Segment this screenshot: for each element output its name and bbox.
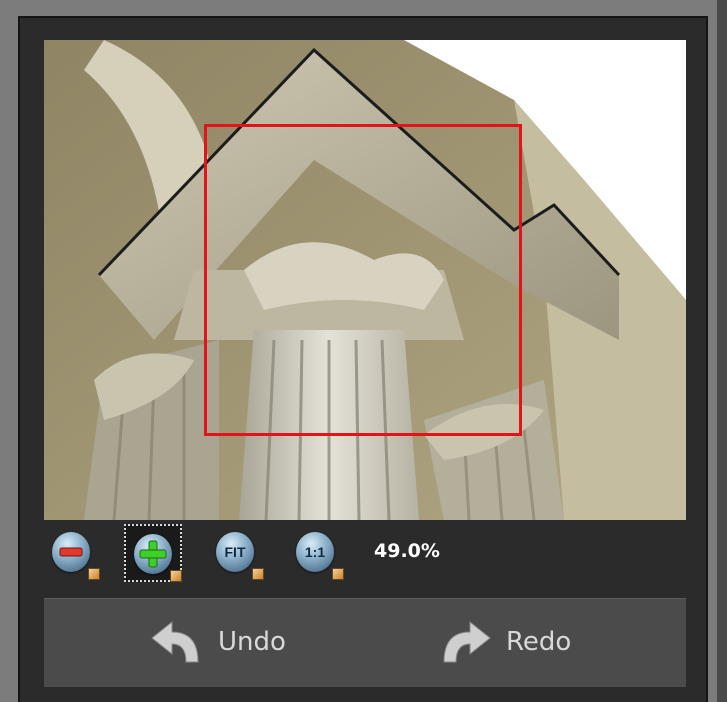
minus-glyph-icon: [59, 547, 83, 557]
fit-glyph: FIT: [224, 544, 246, 560]
plus-glyph-icon: [139, 540, 167, 568]
zoom-actual-size-button[interactable]: 1:1: [288, 524, 346, 582]
undo-arrow-icon: [151, 620, 199, 663]
dropdown-badge-icon: [170, 570, 182, 582]
zoom-toolbar: FIT 1:1 49.0%: [44, 524, 686, 584]
redo-arrow-icon: [443, 620, 491, 663]
redo-label: Redo: [506, 627, 572, 657]
undo-button[interactable]: Undo: [148, 609, 286, 675]
redo-button[interactable]: Redo: [436, 609, 571, 675]
history-bar: Undo Redo: [44, 598, 686, 687]
window-edge: [717, 0, 727, 702]
dropdown-badge-icon: [252, 568, 264, 580]
actual-size-glyph: 1:1: [304, 544, 326, 560]
zoom-level-readout: 49.0%: [374, 540, 440, 562]
crop-selection-rectangle[interactable]: [204, 124, 522, 436]
undo-label: Undo: [218, 627, 286, 657]
dropdown-badge-icon: [88, 568, 100, 580]
zoom-fit-button[interactable]: FIT: [208, 524, 266, 582]
zoom-out-button[interactable]: [44, 524, 102, 582]
zoom-in-button[interactable]: [124, 524, 182, 582]
dropdown-badge-icon: [332, 568, 344, 580]
